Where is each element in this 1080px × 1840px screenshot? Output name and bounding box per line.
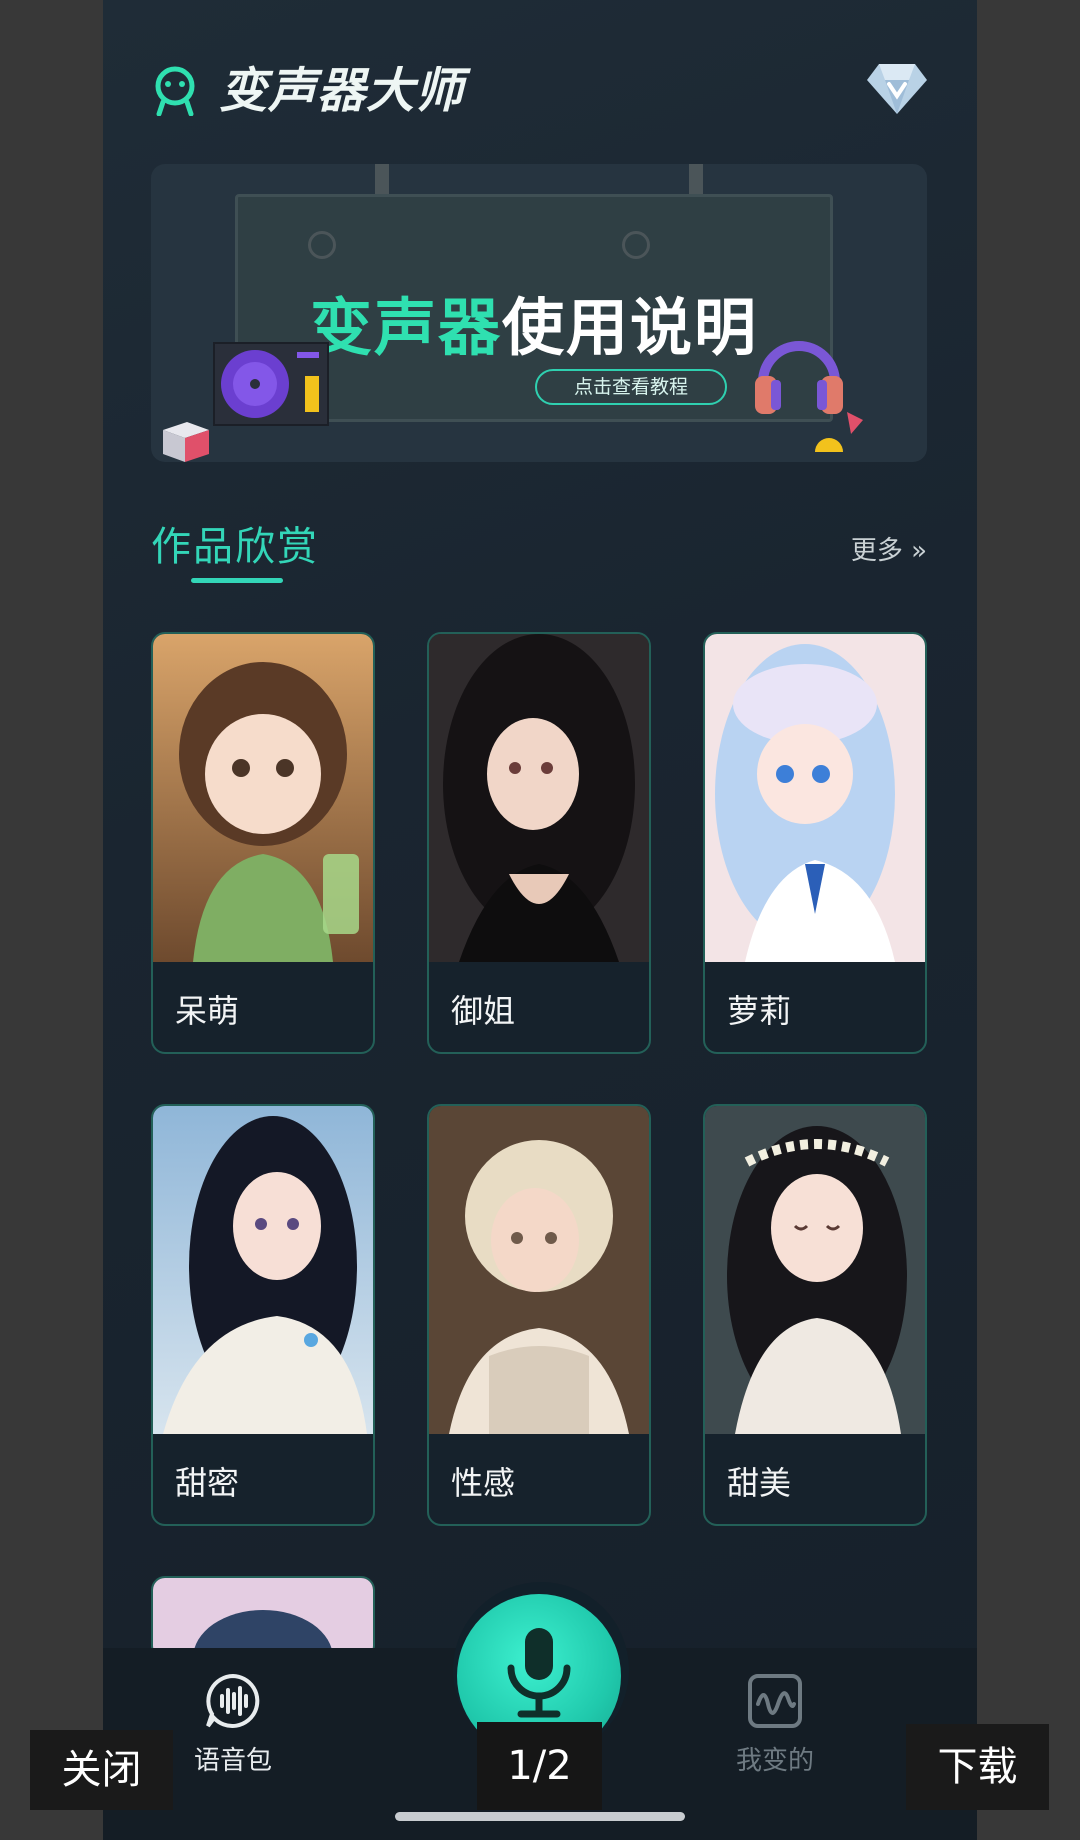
card-image <box>153 1578 373 1658</box>
banner-title-part2: 使用说明 <box>502 291 759 364</box>
card-label: 甜美 <box>727 1464 792 1502</box>
card-label: 御姐 <box>451 992 516 1030</box>
tutorial-banner[interactable]: 变声器使用说明 点击查看教程 <box>151 164 927 462</box>
card-image <box>429 634 649 962</box>
card-yujie[interactable]: 御姐 <box>427 632 651 1054</box>
cube-decoration <box>163 422 209 462</box>
nav-mine-label: 我变的 <box>735 1746 814 1776</box>
card-image <box>705 634 925 962</box>
board-ring-right <box>622 231 650 259</box>
nav-voice-pack[interactable]: 语音包 <box>163 1672 303 1777</box>
card-xinggan[interactable]: 性感 <box>427 1104 651 1526</box>
nav-mine[interactable]: 我变的 <box>705 1672 845 1777</box>
left-margin <box>0 0 103 1840</box>
card-daimeng[interactable]: 呆萌 <box>151 632 375 1054</box>
home-indicator[interactable] <box>395 1812 685 1821</box>
section-underline <box>191 578 283 583</box>
card-label: 甜密 <box>175 1464 240 1502</box>
app-screen: 变声器大师 变声器使用说明 点击查看教程 作品欣赏 更多 » 呆萌 御姐 萝莉 … <box>103 0 977 1840</box>
more-link[interactable]: 更多 » <box>851 530 927 567</box>
section-title: 作品欣赏 <box>151 524 319 570</box>
board-ring-left <box>308 231 336 259</box>
close-button[interactable]: 关闭 <box>30 1730 173 1810</box>
view-tutorial-button[interactable]: 点击查看教程 <box>535 369 727 405</box>
headphones-icon <box>755 341 843 414</box>
download-button[interactable]: 下载 <box>906 1724 1049 1810</box>
card-image <box>153 634 373 962</box>
pie-decoration <box>815 412 863 452</box>
right-margin <box>977 0 1080 1840</box>
page-indicator: 1/2 <box>477 1722 602 1810</box>
robot-face-icon <box>155 66 195 116</box>
card-label: 性感 <box>451 1464 516 1502</box>
banner-title-part1: 变声器 <box>309 291 502 364</box>
app-header: 变声器大师 <box>151 58 929 124</box>
card-image <box>153 1106 373 1434</box>
diamond-icon[interactable] <box>865 62 929 116</box>
card-image <box>429 1106 649 1434</box>
card-image <box>705 1106 925 1434</box>
card-tianmei[interactable]: 甜美 <box>703 1104 927 1526</box>
microphone-icon <box>507 1628 571 1718</box>
card-luoli[interactable]: 萝莉 <box>703 632 927 1054</box>
nav-voice-pack-label: 语音包 <box>193 1746 272 1776</box>
card-label: 呆萌 <box>175 992 240 1030</box>
app-title: 变声器大师 <box>219 63 465 119</box>
voice-bubble-icon <box>206 1673 260 1728</box>
card-tianmi[interactable]: 甜密 <box>151 1104 375 1526</box>
card-label: 萝莉 <box>727 992 792 1030</box>
waveform-icon <box>748 1674 802 1728</box>
turntable-icon <box>213 342 329 426</box>
